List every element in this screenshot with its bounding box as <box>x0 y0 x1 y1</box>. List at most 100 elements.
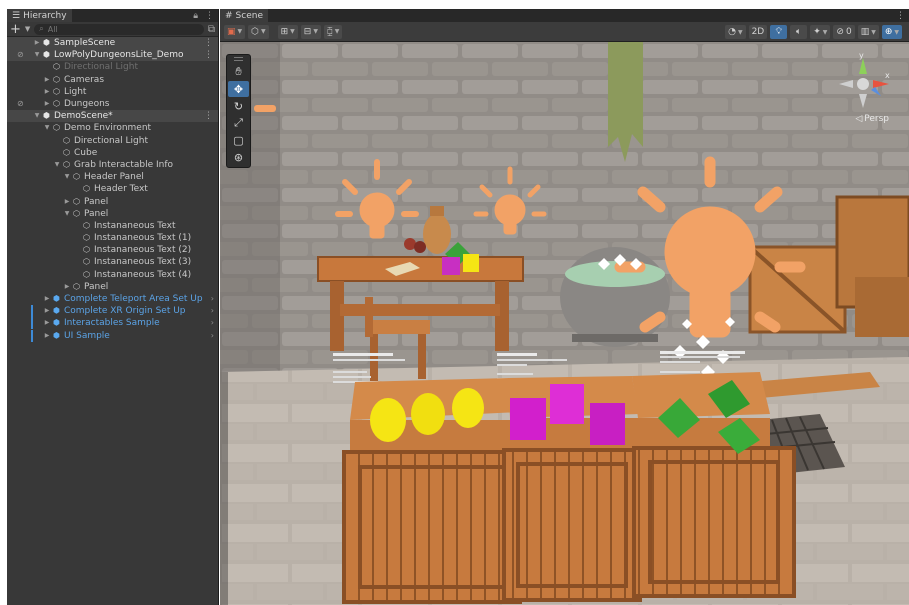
hierarchy-row[interactable]: ▶ ⬢ Interactables Sample › <box>7 317 218 330</box>
hierarchy-row-label: Directional Light <box>64 62 138 73</box>
hierarchy-row[interactable]: ▼ ⬡ Panel <box>7 208 218 220</box>
lighting-toggle-button[interactable]: 💡︎ <box>770 25 788 39</box>
gizmo-y-label: y <box>859 52 864 60</box>
hierarchy-row-label: Panel <box>84 196 109 207</box>
chevron-right-icon[interactable]: › <box>211 317 214 329</box>
hierarchy-row[interactable]: ⬡ Instananeous Text (3) <box>7 256 218 268</box>
orientation-gizmo[interactable]: y x <box>833 52 893 112</box>
hierarchy-tab[interactable]: ☰ Hierarchy <box>7 9 72 22</box>
effects-button[interactable]: ✦ ▼ <box>810 25 831 39</box>
collapsed-arrow-icon[interactable]: ▶ <box>63 196 71 208</box>
camera-settings-button[interactable]: ⊕ ▼ <box>881 25 902 39</box>
crate-yellow[interactable] <box>342 378 522 604</box>
collapsed-arrow-icon[interactable]: ▶ <box>43 305 51 317</box>
hierarchy-row[interactable]: ▶ ⬡ Panel <box>7 195 218 207</box>
audio-icon: 🔈︎ <box>796 27 802 37</box>
expanded-arrow-icon[interactable]: ▼ <box>33 110 41 122</box>
hierarchy-row[interactable]: ⊘ ▶ ⬡ Dungeons <box>7 98 218 110</box>
chevron-down-icon[interactable]: ▼ <box>25 25 30 33</box>
scene-visibility-icon[interactable]: ⧉ <box>208 24 215 35</box>
kebab-icon[interactable]: ⋮ <box>204 110 213 122</box>
scene-render[interactable] <box>220 42 909 605</box>
expanded-arrow-icon[interactable]: ▼ <box>33 49 41 61</box>
hierarchy-row[interactable]: ▼ ⬡ Demo Environment <box>7 122 218 134</box>
visibility-toggle-icon[interactable]: ⊘ <box>17 98 24 110</box>
chevron-right-icon[interactable]: › <box>211 330 214 342</box>
rect-tool-icon[interactable]: ▢ <box>228 132 249 148</box>
audio-toggle-button[interactable]: 🔈︎ <box>790 25 808 39</box>
hierarchy-scene-row[interactable]: ▶ ⬢ SampleScene ⋮ <box>7 37 218 50</box>
hand-tool-icon[interactable]: ✋︎ <box>228 64 249 80</box>
hierarchy-row[interactable]: ▼ ⬡ Header Panel <box>7 171 218 183</box>
draw-mode-icon: ▣ <box>227 26 236 37</box>
hierarchy-search[interactable]: ⌕ <box>34 23 204 35</box>
scene-tab[interactable]: # Scene <box>220 9 268 22</box>
gameobject-icon: ⬡ <box>53 86 60 96</box>
hierarchy-row[interactable]: ▶ ⬡ Cameras <box>7 74 218 86</box>
gizmos-button[interactable]: ▥ ▼ <box>857 25 879 39</box>
collapsed-arrow-icon[interactable]: ▶ <box>33 37 41 49</box>
hierarchy-row[interactable]: ⬡ Instananeous Text (2) <box>7 244 218 256</box>
gameobject-icon: ⬡ <box>73 196 80 206</box>
hierarchy-row[interactable]: ⬡ Directional Light <box>7 61 218 73</box>
expanded-arrow-icon[interactable]: ▼ <box>53 159 61 171</box>
collapsed-arrow-icon[interactable]: ▶ <box>63 281 71 293</box>
hierarchy-scene-row[interactable]: ⊘ ▼ ⬢ LowPolyDungeonsLite_Demo ⋮ <box>7 49 218 62</box>
kebab-icon[interactable]: ⋮ <box>204 37 213 49</box>
gizmos-icon: ▥ <box>860 27 870 37</box>
collapsed-arrow-icon[interactable]: ▶ <box>43 330 51 342</box>
scene-viewport[interactable]: ✋︎ ✥ ↻ ⤢ ▢ ⊛ y x ◁ Persp <box>220 42 909 605</box>
hierarchy-row[interactable]: ▶ ⬡ Panel <box>7 281 218 293</box>
render-mode-button[interactable]: ⬡ ▼ <box>248 24 269 39</box>
draw-mode-button[interactable]: ▣ ▼ <box>224 24 246 39</box>
hidden-objects-button[interactable]: ⊘ 0 <box>833 25 855 39</box>
chevron-right-icon[interactable]: › <box>211 293 214 305</box>
chevron-right-icon[interactable]: › <box>211 305 214 317</box>
hierarchy-row[interactable]: ▼ ⬡ Grab Interactable Info <box>7 159 218 171</box>
hierarchy-row[interactable]: ▶ ⬡ Light <box>7 86 218 98</box>
projection-toggle[interactable]: ◁ Persp <box>855 114 889 124</box>
expanded-arrow-icon[interactable]: ▼ <box>63 208 71 220</box>
collapsed-arrow-icon[interactable]: ▶ <box>43 317 51 329</box>
transform-tool-icon[interactable]: ⊛ <box>228 149 249 165</box>
lock-icon[interactable]: 🔒︎ <box>193 11 198 21</box>
increment-snap-button[interactable]: ⊟ ▼ <box>300 24 321 39</box>
search-input[interactable] <box>47 24 158 34</box>
shading-button[interactable]: ◔ ▼ <box>725 25 746 39</box>
scene-toolbar: ▣ ▼ ⬡ ▼ ⊞ ▼ ⊟ ▼ ⧮ ▼ ◔ ▼ 2D 💡︎ 🔈︎ ✦ ▼ ⊘ 0 ▥ ▼ ⊕ ▼ <box>220 22 909 42</box>
hierarchy-row[interactable]: ⬡ Cube <box>7 147 218 159</box>
expanded-arrow-icon[interactable]: ▼ <box>63 171 71 183</box>
hierarchy-row[interactable]: ▶ ⬢ Complete Teleport Area Set Up › <box>7 293 218 305</box>
collapsed-arrow-icon[interactable]: ▶ <box>43 74 51 86</box>
hierarchy-row[interactable]: ⬡ Instananeous Text <box>7 220 218 232</box>
kebab-icon[interactable]: ⋮ <box>896 11 905 21</box>
kebab-icon[interactable]: ⋮ <box>205 11 214 21</box>
move-tool-icon[interactable]: ✥ <box>228 81 249 97</box>
collapsed-arrow-icon[interactable]: ▶ <box>43 293 51 305</box>
collapsed-arrow-icon[interactable]: ▶ <box>43 98 51 110</box>
drag-handle[interactable] <box>234 57 243 61</box>
collapsed-arrow-icon[interactable]: ▶ <box>43 86 51 98</box>
chevron-down-icon: ▼ <box>290 28 295 35</box>
rotate-tool-icon[interactable]: ↻ <box>228 98 249 114</box>
grid-icon: # <box>225 10 233 21</box>
hierarchy-row[interactable]: ▶ ⬢ UI Sample › <box>7 329 218 342</box>
hierarchy-row[interactable]: ▶ ⬢ Complete XR Origin Set Up › <box>7 305 218 318</box>
expanded-arrow-icon[interactable]: ▼ <box>43 122 51 134</box>
kebab-icon[interactable]: ⋮ <box>204 49 213 61</box>
hierarchy-row[interactable]: ⬡ Header Text <box>7 183 218 195</box>
hierarchy-scene-row[interactable]: ▼ ⬢ DemoScene* ⋮ <box>7 110 218 123</box>
visibility-toggle-icon[interactable]: ⊘ <box>17 49 24 61</box>
hierarchy-row[interactable]: ⬡ Instananeous Text (4) <box>7 269 218 281</box>
unity-scene-icon: ⬢ <box>43 38 50 48</box>
hierarchy-row-label: Header Text <box>94 184 148 195</box>
projection-label: Persp <box>864 114 889 124</box>
grid-snap-button[interactable]: ⊞ ▼ <box>277 24 298 39</box>
crate-magenta[interactable] <box>502 376 642 602</box>
snap-settings-button[interactable]: ⧮ ▼ <box>323 24 343 39</box>
hierarchy-row[interactable]: ⬡ Directional Light <box>7 135 218 147</box>
scale-tool-icon[interactable]: ⤢ <box>228 115 249 131</box>
add-object-button[interactable]: + <box>10 23 21 36</box>
2d-toggle-button[interactable]: 2D <box>748 25 768 39</box>
hierarchy-row[interactable]: ⬡ Instananeous Text (1) <box>7 232 218 244</box>
